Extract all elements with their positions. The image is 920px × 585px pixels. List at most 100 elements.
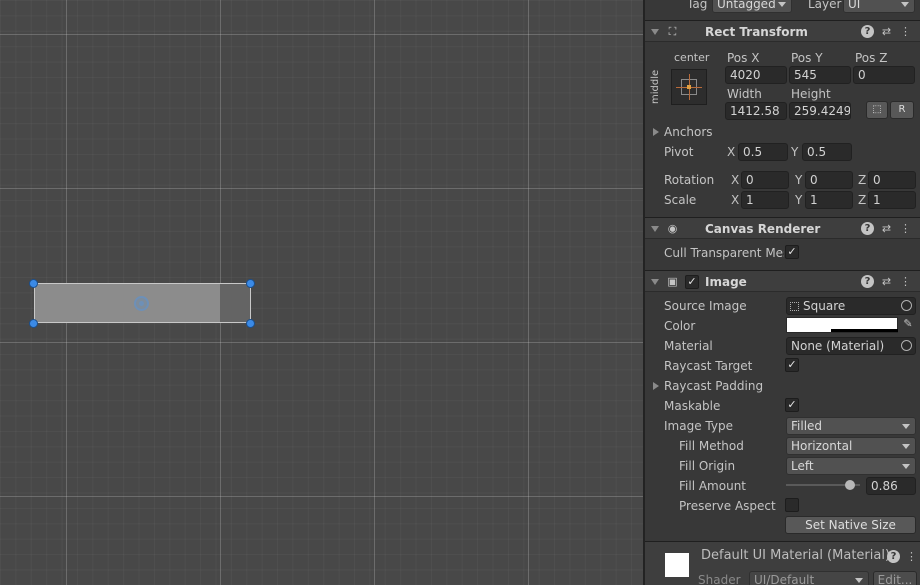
help-icon[interactable]: ? xyxy=(861,275,874,288)
canvas-renderer-header[interactable]: ◉ Canvas Renderer ? ⇄ ⋮ xyxy=(645,217,920,239)
grid-line xyxy=(374,0,375,585)
help-icon[interactable]: ? xyxy=(861,222,874,235)
material-field[interactable]: None (Material) xyxy=(786,337,916,355)
anchor-v-label: middle xyxy=(650,69,661,104)
set-native-size-button[interactable]: Set Native Size xyxy=(785,516,916,534)
material-preview-icon xyxy=(665,553,689,577)
preset-icon[interactable]: ⇄ xyxy=(880,25,893,38)
material-footer: Default UI Material (Material) ? ⋮ Shade… xyxy=(645,541,920,585)
color-swatch[interactable] xyxy=(786,317,898,333)
object-picker-icon[interactable] xyxy=(901,340,912,351)
rotation-z-field[interactable]: 0 xyxy=(868,171,916,189)
foldout-arrow-icon[interactable] xyxy=(651,279,659,285)
kebab-menu-icon[interactable]: ⋮ xyxy=(899,222,912,235)
anchor-preset-dot xyxy=(687,85,691,89)
image-fill xyxy=(35,284,220,322)
rect-handle-bottom-right[interactable] xyxy=(246,319,255,328)
anchors-foldout-icon[interactable] xyxy=(653,128,659,136)
fill-amount-field[interactable]: 0.86 xyxy=(866,477,916,495)
pos-y-field[interactable]: 545 xyxy=(789,66,851,84)
rotation-z-axis-label: Z xyxy=(858,173,867,187)
sprite-icon xyxy=(790,302,799,311)
canvas-renderer-title: Canvas Renderer xyxy=(705,222,821,236)
grid-line xyxy=(0,342,643,343)
scale-x-field[interactable]: 1 xyxy=(741,191,789,209)
eyedropper-icon[interactable]: ✎ xyxy=(901,316,915,332)
preserve-aspect-checkbox[interactable] xyxy=(785,498,799,512)
anchor-preset-button[interactable] xyxy=(671,69,707,105)
pivot-x-axis-label: X xyxy=(727,145,736,159)
material-label: Material xyxy=(664,339,713,353)
preset-icon[interactable]: ⇄ xyxy=(880,275,893,288)
maskable-label: Maskable xyxy=(664,399,721,413)
scale-z-field[interactable]: 1 xyxy=(868,191,916,209)
rotation-y-axis-label: Y xyxy=(795,173,803,187)
foldout-arrow-icon[interactable] xyxy=(651,29,659,35)
height-field[interactable]: 259.4249 xyxy=(789,102,851,120)
foldout-arrow-icon[interactable] xyxy=(651,226,659,232)
scene-view[interactable] xyxy=(0,0,643,585)
cull-transparent-checkbox[interactable]: ✓ xyxy=(785,245,799,259)
rect-transform-header[interactable]: ⛶ Rect Transform ? ⇄ ⋮ xyxy=(645,20,920,42)
shader-dropdown[interactable]: UI/Default xyxy=(749,571,869,585)
grid-line xyxy=(0,34,643,35)
rect-transform-icon: ⛶ xyxy=(668,25,677,38)
image-header[interactable]: ▣ ✓ Image ? ⇄ ⋮ xyxy=(645,270,920,292)
width-label: Width xyxy=(727,87,762,101)
width-field[interactable]: 1412.58 xyxy=(725,102,787,120)
raycast-padding-label[interactable]: Raycast Padding xyxy=(664,378,763,394)
layer-dropdown[interactable]: UI xyxy=(843,0,915,13)
help-icon[interactable]: ? xyxy=(861,25,874,38)
rect-handle-top-right[interactable] xyxy=(246,279,255,288)
scale-y-field[interactable]: 1 xyxy=(805,191,853,209)
layer-value: UI xyxy=(848,0,861,11)
raycast-target-checkbox[interactable]: ✓ xyxy=(785,358,799,372)
kebab-menu-icon[interactable]: ⋮ xyxy=(899,25,912,38)
fill-amount-label: Fill Amount xyxy=(679,479,747,493)
shader-edit-button[interactable]: Edit... xyxy=(873,571,917,585)
rect-handle-top-left[interactable] xyxy=(29,279,38,288)
fill-method-dropdown[interactable]: Horizontal xyxy=(786,437,916,455)
pivot-x-field[interactable]: 0.5 xyxy=(738,143,788,161)
fill-method-label: Fill Method xyxy=(679,439,744,453)
source-image-field[interactable]: Square xyxy=(786,297,916,315)
height-label: Height xyxy=(791,87,831,101)
anchors-label[interactable]: Anchors xyxy=(664,124,713,140)
blueprint-mode-button[interactable]: ⬚ xyxy=(866,101,888,119)
image-enabled-checkbox[interactable]: ✓ xyxy=(685,275,699,289)
help-icon[interactable]: ? xyxy=(887,550,900,563)
rotation-y-field[interactable]: 0 xyxy=(805,171,853,189)
pos-z-field[interactable]: 0 xyxy=(853,66,915,84)
color-alpha-bar xyxy=(831,329,898,332)
rect-transform-title: Rect Transform xyxy=(705,25,808,39)
cull-transparent-label: Cull Transparent Mes xyxy=(664,246,784,260)
tag-dropdown[interactable]: Untagged xyxy=(712,0,792,13)
image-type-value: Filled xyxy=(791,419,823,433)
pivot-y-field[interactable]: 0.5 xyxy=(802,143,852,161)
tag-label: Tag xyxy=(687,0,708,11)
image-type-dropdown[interactable]: Filled xyxy=(786,417,916,435)
pos-x-label: Pos X xyxy=(727,51,760,65)
rect-handle-bottom-left[interactable] xyxy=(29,319,38,328)
preset-icon[interactable]: ⇄ xyxy=(880,222,893,235)
grid-line xyxy=(0,496,643,497)
chevron-down-icon xyxy=(778,2,786,7)
chevron-down-icon xyxy=(855,578,863,583)
pos-x-field[interactable]: 4020 xyxy=(725,66,787,84)
fill-origin-dropdown[interactable]: Left xyxy=(786,457,916,475)
fill-amount-slider-thumb[interactable] xyxy=(844,480,855,490)
raycast-padding-foldout-icon[interactable] xyxy=(653,382,659,390)
pivot-icon[interactable] xyxy=(134,296,149,311)
rotation-x-field[interactable]: 0 xyxy=(741,171,789,189)
chevron-down-icon xyxy=(901,2,909,7)
kebab-menu-icon[interactable]: ⋮ xyxy=(899,275,912,288)
scale-x-axis-label: X xyxy=(731,193,740,207)
image-title: Image xyxy=(705,275,747,289)
kebab-menu-icon[interactable]: ⋮ xyxy=(905,550,918,563)
object-picker-icon[interactable] xyxy=(901,300,912,311)
pivot-label: Pivot xyxy=(664,145,694,159)
eye-icon: ◉ xyxy=(667,222,678,235)
maskable-checkbox[interactable]: ✓ xyxy=(785,398,799,412)
material-value: None (Material) xyxy=(791,339,885,353)
raw-edit-button[interactable]: R xyxy=(890,101,914,119)
